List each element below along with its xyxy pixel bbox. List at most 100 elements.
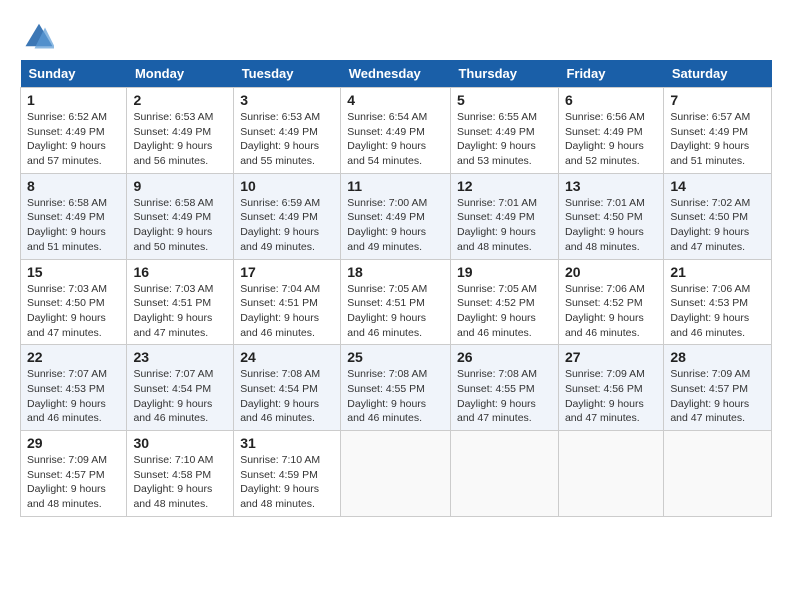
calendar-cell: 13 Sunrise: 7:01 AMSunset: 4:50 PMDaylig… — [558, 173, 663, 259]
calendar-cell: 30 Sunrise: 7:10 AMSunset: 4:58 PMDaylig… — [127, 431, 234, 517]
day-detail: Sunrise: 7:10 AMSunset: 4:58 PMDaylight:… — [133, 454, 213, 510]
day-number: 27 — [565, 349, 657, 365]
day-detail: Sunrise: 7:08 AMSunset: 4:55 PMDaylight:… — [457, 368, 537, 424]
calendar-cell: 19 Sunrise: 7:05 AMSunset: 4:52 PMDaylig… — [450, 259, 558, 345]
calendar-cell: 10 Sunrise: 6:59 AMSunset: 4:49 PMDaylig… — [234, 173, 341, 259]
day-number: 2 — [133, 92, 227, 108]
calendar-cell: 26 Sunrise: 7:08 AMSunset: 4:55 PMDaylig… — [450, 345, 558, 431]
calendar-cell: 29 Sunrise: 7:09 AMSunset: 4:57 PMDaylig… — [21, 431, 127, 517]
day-number: 9 — [133, 178, 227, 194]
col-header-sunday: Sunday — [21, 60, 127, 88]
day-detail: Sunrise: 6:52 AMSunset: 4:49 PMDaylight:… — [27, 111, 107, 167]
day-number: 15 — [27, 264, 120, 280]
day-detail: Sunrise: 6:56 AMSunset: 4:49 PMDaylight:… — [565, 111, 645, 167]
calendar-cell — [341, 431, 451, 517]
day-detail: Sunrise: 7:08 AMSunset: 4:55 PMDaylight:… — [347, 368, 427, 424]
day-detail: Sunrise: 6:58 AMSunset: 4:49 PMDaylight:… — [27, 197, 107, 253]
day-number: 1 — [27, 92, 120, 108]
calendar-cell: 3 Sunrise: 6:53 AMSunset: 4:49 PMDayligh… — [234, 88, 341, 174]
col-header-tuesday: Tuesday — [234, 60, 341, 88]
day-number: 19 — [457, 264, 552, 280]
day-number: 10 — [240, 178, 334, 194]
calendar-cell: 31 Sunrise: 7:10 AMSunset: 4:59 PMDaylig… — [234, 431, 341, 517]
calendar-cell: 6 Sunrise: 6:56 AMSunset: 4:49 PMDayligh… — [558, 88, 663, 174]
col-header-wednesday: Wednesday — [341, 60, 451, 88]
calendar-cell: 1 Sunrise: 6:52 AMSunset: 4:49 PMDayligh… — [21, 88, 127, 174]
day-detail: Sunrise: 7:00 AMSunset: 4:49 PMDaylight:… — [347, 197, 427, 253]
header — [20, 20, 772, 50]
day-detail: Sunrise: 7:09 AMSunset: 4:56 PMDaylight:… — [565, 368, 645, 424]
calendar-cell — [664, 431, 772, 517]
calendar-cell: 17 Sunrise: 7:04 AMSunset: 4:51 PMDaylig… — [234, 259, 341, 345]
day-detail: Sunrise: 7:09 AMSunset: 4:57 PMDaylight:… — [670, 368, 750, 424]
day-number: 14 — [670, 178, 765, 194]
calendar-cell: 28 Sunrise: 7:09 AMSunset: 4:57 PMDaylig… — [664, 345, 772, 431]
day-detail: Sunrise: 7:05 AMSunset: 4:51 PMDaylight:… — [347, 283, 427, 339]
col-header-thursday: Thursday — [450, 60, 558, 88]
day-detail: Sunrise: 7:06 AMSunset: 4:53 PMDaylight:… — [670, 283, 750, 339]
day-number: 8 — [27, 178, 120, 194]
calendar-week-5: 29 Sunrise: 7:09 AMSunset: 4:57 PMDaylig… — [21, 431, 772, 517]
day-number: 28 — [670, 349, 765, 365]
day-number: 24 — [240, 349, 334, 365]
day-number: 3 — [240, 92, 334, 108]
day-detail: Sunrise: 7:07 AMSunset: 4:54 PMDaylight:… — [133, 368, 213, 424]
calendar-cell — [558, 431, 663, 517]
calendar-cell: 12 Sunrise: 7:01 AMSunset: 4:49 PMDaylig… — [450, 173, 558, 259]
day-detail: Sunrise: 6:58 AMSunset: 4:49 PMDaylight:… — [133, 197, 213, 253]
day-number: 26 — [457, 349, 552, 365]
calendar-week-4: 22 Sunrise: 7:07 AMSunset: 4:53 PMDaylig… — [21, 345, 772, 431]
calendar-table: SundayMondayTuesdayWednesdayThursdayFrid… — [20, 60, 772, 517]
day-detail: Sunrise: 6:53 AMSunset: 4:49 PMDaylight:… — [240, 111, 320, 167]
day-detail: Sunrise: 7:09 AMSunset: 4:57 PMDaylight:… — [27, 454, 107, 510]
day-detail: Sunrise: 7:07 AMSunset: 4:53 PMDaylight:… — [27, 368, 107, 424]
calendar-cell: 11 Sunrise: 7:00 AMSunset: 4:49 PMDaylig… — [341, 173, 451, 259]
day-detail: Sunrise: 7:03 AMSunset: 4:50 PMDaylight:… — [27, 283, 107, 339]
day-number: 6 — [565, 92, 657, 108]
calendar-cell: 5 Sunrise: 6:55 AMSunset: 4:49 PMDayligh… — [450, 88, 558, 174]
calendar-cell: 21 Sunrise: 7:06 AMSunset: 4:53 PMDaylig… — [664, 259, 772, 345]
calendar-week-3: 15 Sunrise: 7:03 AMSunset: 4:50 PMDaylig… — [21, 259, 772, 345]
day-number: 5 — [457, 92, 552, 108]
header-row: SundayMondayTuesdayWednesdayThursdayFrid… — [21, 60, 772, 88]
day-number: 16 — [133, 264, 227, 280]
calendar-cell: 15 Sunrise: 7:03 AMSunset: 4:50 PMDaylig… — [21, 259, 127, 345]
calendar-cell: 9 Sunrise: 6:58 AMSunset: 4:49 PMDayligh… — [127, 173, 234, 259]
calendar-cell: 23 Sunrise: 7:07 AMSunset: 4:54 PMDaylig… — [127, 345, 234, 431]
day-detail: Sunrise: 7:01 AMSunset: 4:50 PMDaylight:… — [565, 197, 645, 253]
col-header-saturday: Saturday — [664, 60, 772, 88]
calendar-cell: 7 Sunrise: 6:57 AMSunset: 4:49 PMDayligh… — [664, 88, 772, 174]
calendar-cell: 18 Sunrise: 7:05 AMSunset: 4:51 PMDaylig… — [341, 259, 451, 345]
day-detail: Sunrise: 7:01 AMSunset: 4:49 PMDaylight:… — [457, 197, 537, 253]
calendar-week-1: 1 Sunrise: 6:52 AMSunset: 4:49 PMDayligh… — [21, 88, 772, 174]
day-detail: Sunrise: 7:03 AMSunset: 4:51 PMDaylight:… — [133, 283, 213, 339]
day-number: 7 — [670, 92, 765, 108]
day-detail: Sunrise: 7:02 AMSunset: 4:50 PMDaylight:… — [670, 197, 750, 253]
calendar-cell: 14 Sunrise: 7:02 AMSunset: 4:50 PMDaylig… — [664, 173, 772, 259]
day-detail: Sunrise: 6:57 AMSunset: 4:49 PMDaylight:… — [670, 111, 750, 167]
col-header-monday: Monday — [127, 60, 234, 88]
calendar-cell: 27 Sunrise: 7:09 AMSunset: 4:56 PMDaylig… — [558, 345, 663, 431]
day-number: 30 — [133, 435, 227, 451]
calendar-cell: 20 Sunrise: 7:06 AMSunset: 4:52 PMDaylig… — [558, 259, 663, 345]
day-number: 18 — [347, 264, 444, 280]
day-number: 25 — [347, 349, 444, 365]
day-number: 4 — [347, 92, 444, 108]
calendar-cell: 24 Sunrise: 7:08 AMSunset: 4:54 PMDaylig… — [234, 345, 341, 431]
day-detail: Sunrise: 7:08 AMSunset: 4:54 PMDaylight:… — [240, 368, 320, 424]
calendar-cell: 25 Sunrise: 7:08 AMSunset: 4:55 PMDaylig… — [341, 345, 451, 431]
day-detail: Sunrise: 7:05 AMSunset: 4:52 PMDaylight:… — [457, 283, 537, 339]
day-number: 20 — [565, 264, 657, 280]
day-number: 11 — [347, 178, 444, 194]
logo — [20, 20, 54, 50]
day-number: 12 — [457, 178, 552, 194]
day-number: 29 — [27, 435, 120, 451]
day-detail: Sunrise: 7:04 AMSunset: 4:51 PMDaylight:… — [240, 283, 320, 339]
day-number: 31 — [240, 435, 334, 451]
day-detail: Sunrise: 7:10 AMSunset: 4:59 PMDaylight:… — [240, 454, 320, 510]
day-number: 17 — [240, 264, 334, 280]
day-number: 13 — [565, 178, 657, 194]
day-detail: Sunrise: 6:55 AMSunset: 4:49 PMDaylight:… — [457, 111, 537, 167]
calendar-cell: 4 Sunrise: 6:54 AMSunset: 4:49 PMDayligh… — [341, 88, 451, 174]
calendar-cell — [450, 431, 558, 517]
